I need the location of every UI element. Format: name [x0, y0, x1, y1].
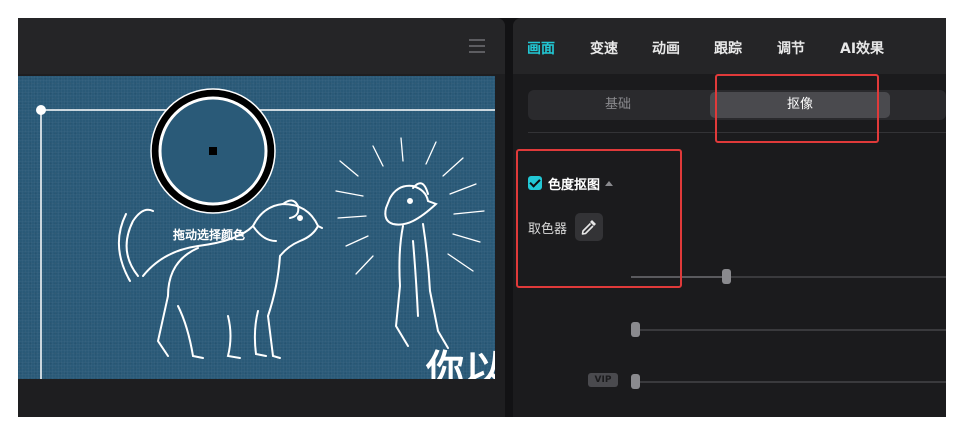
tab-adjust[interactable]: 调节 — [777, 38, 805, 58]
dog-sketch-illustration — [117, 199, 323, 359]
slider-track[interactable] — [631, 329, 946, 331]
subtab-basic[interactable]: 基础 — [528, 90, 708, 120]
canvas-artwork — [36, 88, 495, 379]
standing-dog-illustration — [384, 182, 449, 349]
menu-icon[interactable] — [469, 39, 485, 53]
crop-handle[interactable] — [36, 105, 46, 115]
drag-hint-label: 拖动选择颜色 — [173, 228, 246, 242]
slider-thumb[interactable] — [631, 374, 640, 389]
vip-badge: VIP — [588, 373, 618, 387]
properties-panel: 画面 变速 动画 跟踪 调节 AI效果 基础 抠像 色度抠图 取色器 VIP — [513, 18, 946, 417]
tab-picture[interactable]: 画面 — [527, 38, 555, 58]
app-window: 拖动选择颜色 你以 画面 变速 动画 跟踪 调节 AI效果 基础 抠像 色度抠图… — [18, 18, 946, 417]
slider-track[interactable] — [631, 381, 946, 383]
tab-animation[interactable]: 动画 — [652, 38, 680, 58]
tab-speed[interactable]: 变速 — [590, 38, 618, 58]
property-tabs: 画面 变速 动画 跟踪 调节 AI效果 — [513, 18, 946, 74]
radiating-lines-decoration — [335, 137, 485, 275]
tab-tracking[interactable]: 跟踪 — [714, 38, 742, 58]
preview-panel: 拖动选择颜色 你以 — [18, 18, 505, 417]
slider-thumb[interactable] — [722, 269, 731, 284]
slider-thumb[interactable] — [631, 322, 640, 337]
preview-toolbar — [18, 18, 505, 74]
canvas-overlay-text: 你以 — [426, 347, 495, 379]
tab-ai-effects[interactable]: AI效果 — [840, 38, 884, 58]
loupe-center-marker — [209, 147, 217, 155]
video-canvas[interactable]: 拖动选择颜色 你以 — [18, 76, 495, 379]
cutout-tab-highlight-box — [715, 74, 879, 143]
chroma-key-highlight-box — [516, 149, 682, 288]
